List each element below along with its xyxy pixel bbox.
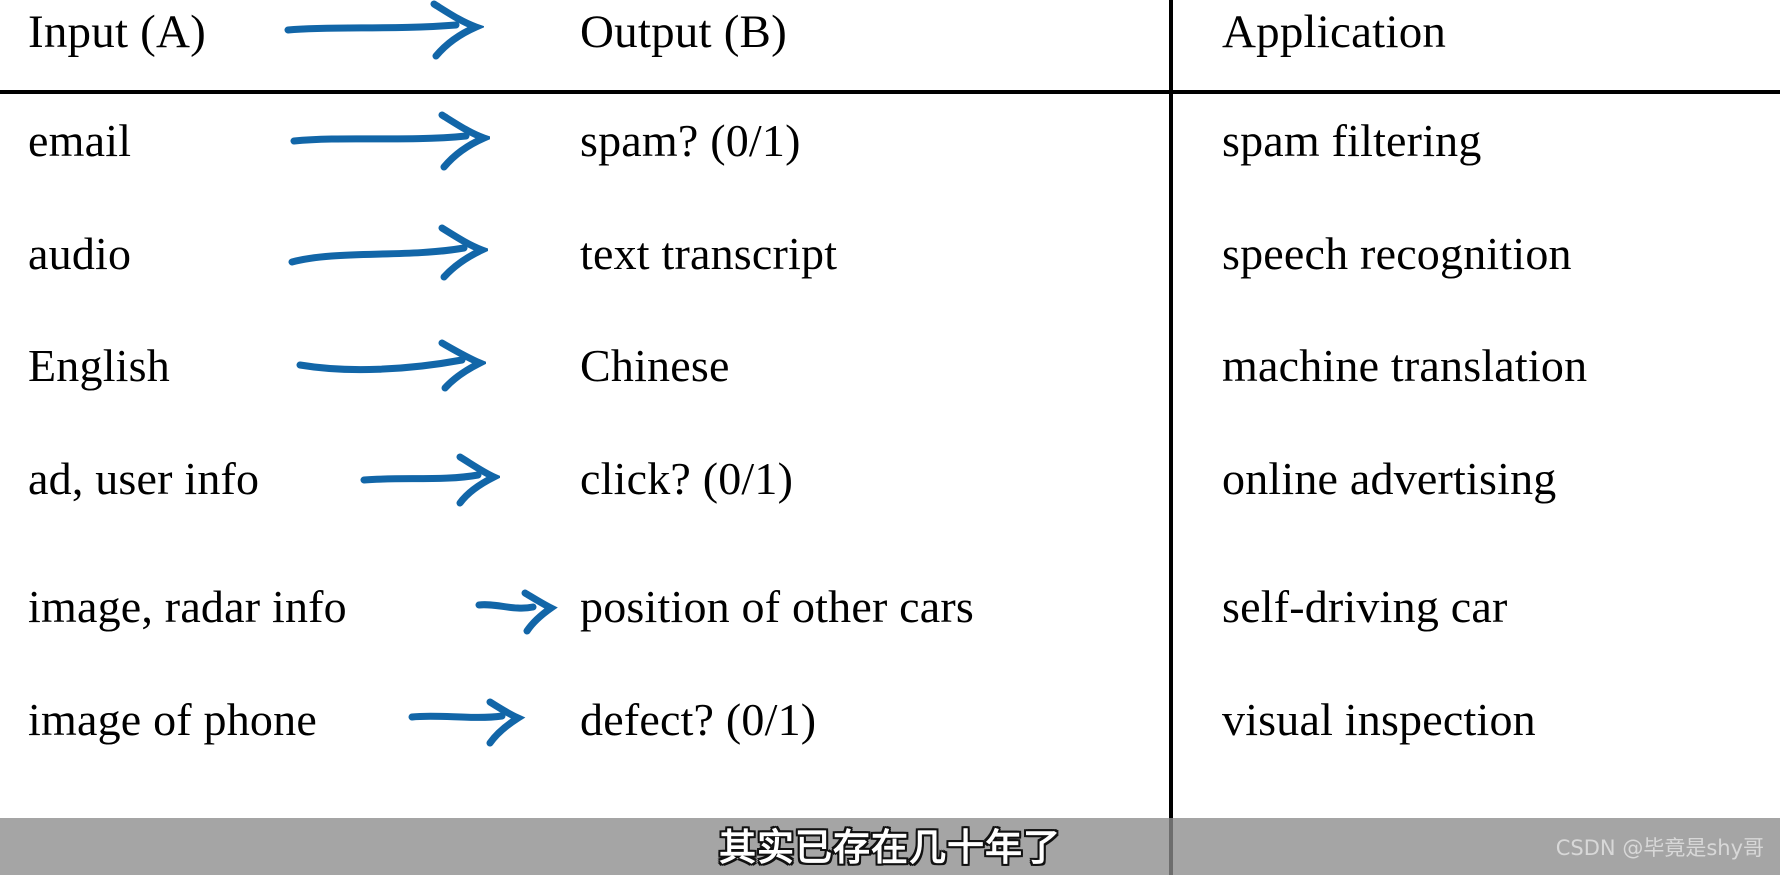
arrow-icon-row-6	[408, 684, 528, 756]
table-row: English Chinese machine translation	[0, 330, 1780, 402]
arrow-icon-row-5	[475, 571, 565, 643]
cell-output: position of other cars	[580, 581, 975, 632]
cell-input: English	[28, 340, 170, 391]
cell-input: audio	[28, 228, 132, 279]
subtitle-overlay-bar: 其实已存在几十年了 CSDN @毕竟是shy哥	[0, 818, 1780, 875]
table-header-row: Input (A) Output (B) Application	[0, 0, 1780, 68]
column-header-application: Application	[1222, 6, 1447, 58]
column-header-input: Input (A)	[28, 6, 207, 58]
cell-application: online advertising	[1222, 453, 1557, 504]
cell-output: text transcript	[580, 228, 838, 279]
column-header-output: Output (B)	[580, 6, 787, 58]
arrow-icon-row-1	[290, 105, 490, 177]
cell-input: image, radar info	[28, 581, 347, 632]
cell-application: speech recognition	[1222, 228, 1572, 279]
cell-application: self-driving car	[1222, 581, 1508, 632]
slide-table-figure: Input (A) Output (B) Application email s…	[0, 0, 1780, 875]
cell-input: image of phone	[28, 694, 317, 745]
cell-input: email	[28, 115, 132, 166]
csdn-watermark: CSDN @毕竟是shy哥	[1555, 836, 1764, 860]
cell-output: click? (0/1)	[580, 453, 794, 504]
cell-output: defect? (0/1)	[580, 694, 817, 745]
arrow-icon-row-2	[288, 218, 488, 290]
table-row: audio text transcript speech recognition	[0, 218, 1780, 290]
cell-application: spam filtering	[1222, 115, 1482, 166]
arrow-icon-row-3	[296, 330, 486, 402]
cell-application: visual inspection	[1222, 694, 1536, 745]
subtitle-caption: 其实已存在几十年了	[0, 818, 1780, 875]
table-row: image of phone defect? (0/1) visual insp…	[0, 684, 1780, 756]
cell-application: machine translation	[1222, 340, 1588, 391]
table-row: email spam? (0/1) spam filtering	[0, 105, 1780, 177]
cell-output: spam? (0/1)	[580, 115, 801, 166]
table-row: ad, user info click? (0/1) online advert…	[0, 443, 1780, 515]
cell-output: Chinese	[580, 340, 730, 391]
arrow-icon-header	[284, 0, 484, 68]
table-row: image, radar info position of other cars…	[0, 571, 1780, 643]
arrow-icon-row-4	[360, 443, 500, 515]
cell-input: ad, user info	[28, 453, 260, 504]
header-divider-rule	[0, 90, 1780, 94]
subtitle-caption-text: 其实已存在几十年了	[719, 826, 1061, 869]
